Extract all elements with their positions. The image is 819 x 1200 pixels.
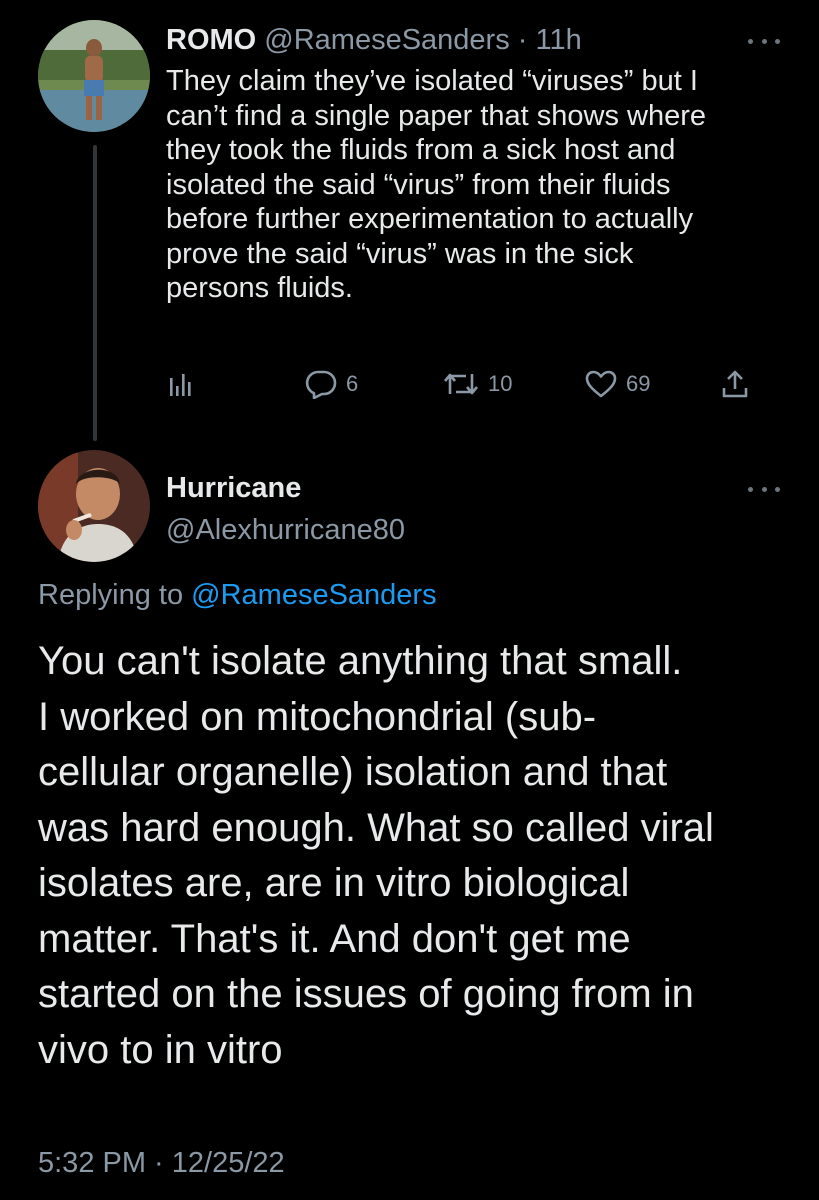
parent-separator: · bbox=[517, 24, 528, 56]
reply-icon bbox=[305, 370, 337, 399]
parent-tweet-text: They claim they’ve isolated “viruses” bu… bbox=[166, 64, 796, 306]
main-text-line: cellular organelle) isolation and that bbox=[38, 750, 668, 794]
more-options-icon[interactable] bbox=[748, 36, 780, 46]
reply-button[interactable]: 6 bbox=[304, 366, 358, 402]
main-text-line: isolates are, are in vitro biological bbox=[38, 861, 630, 905]
main-handle[interactable]: @Alexhurricane80 bbox=[166, 512, 405, 548]
replying-to: Replying to @RameseSanders bbox=[38, 577, 437, 613]
parent-display-name[interactable]: ROMO bbox=[166, 24, 256, 56]
retweet-count: 10 bbox=[488, 371, 513, 396]
share-icon bbox=[722, 370, 748, 398]
hurricane-avatar[interactable] bbox=[38, 450, 150, 562]
main-tweet-text: You can't isolate anything that small. I… bbox=[38, 634, 798, 1078]
romo-avatar[interactable] bbox=[38, 20, 150, 132]
parent-text-line: prove the said “virus” was in the sick bbox=[166, 237, 634, 270]
parent-text-line: they took the fluids from a sick host an… bbox=[166, 134, 676, 166]
main-text-line: matter. That's it. And don't get me bbox=[38, 916, 631, 961]
main-text-line: vivo to in vitro bbox=[38, 1027, 283, 1072]
reply-count: 6 bbox=[346, 371, 359, 396]
tweet-timestamp[interactable]: 5:32 PM · 12/25/22 bbox=[38, 1145, 285, 1181]
parent-text-line: isolated the said “virus” from their flu… bbox=[166, 168, 671, 201]
thread-connector bbox=[93, 145, 97, 441]
analytics-icon bbox=[170, 374, 191, 396]
parent-text-line: They claim they’ve isolated “viruses” bu… bbox=[166, 65, 698, 97]
parent-text-line: before further experimentation to actual… bbox=[166, 203, 694, 235]
retweet-button[interactable]: 10 bbox=[442, 366, 512, 402]
main-display-name[interactable]: Hurricane bbox=[166, 470, 301, 506]
like-button[interactable]: 69 bbox=[584, 366, 650, 402]
main-text-line: You can't isolate anything that small. bbox=[38, 639, 683, 683]
parent-text-line: can’t find a single paper that shows whe… bbox=[166, 99, 707, 132]
more-options-icon[interactable] bbox=[748, 484, 780, 494]
replying-to-link[interactable]: @RameseSanders bbox=[191, 579, 436, 611]
main-text-line: started on the issues of going from in bbox=[38, 972, 694, 1016]
parent-handle[interactable]: @RameseSanders bbox=[264, 24, 509, 56]
parent-tweet-header: ROMO @RameseSanders · 11h bbox=[166, 22, 582, 58]
main-text-line: was hard enough. What so called viral bbox=[38, 805, 714, 850]
main-text-line: I worked on mitochondrial (sub- bbox=[38, 694, 597, 739]
replying-prefix: Replying to bbox=[38, 579, 184, 611]
analytics-button[interactable] bbox=[166, 366, 194, 402]
parent-text-line: persons fluids. bbox=[166, 272, 353, 304]
heart-icon bbox=[585, 370, 617, 398]
like-count: 69 bbox=[626, 371, 651, 396]
retweet-icon bbox=[444, 373, 478, 395]
share-button[interactable] bbox=[720, 366, 750, 402]
parent-time[interactable]: 11h bbox=[536, 24, 582, 56]
